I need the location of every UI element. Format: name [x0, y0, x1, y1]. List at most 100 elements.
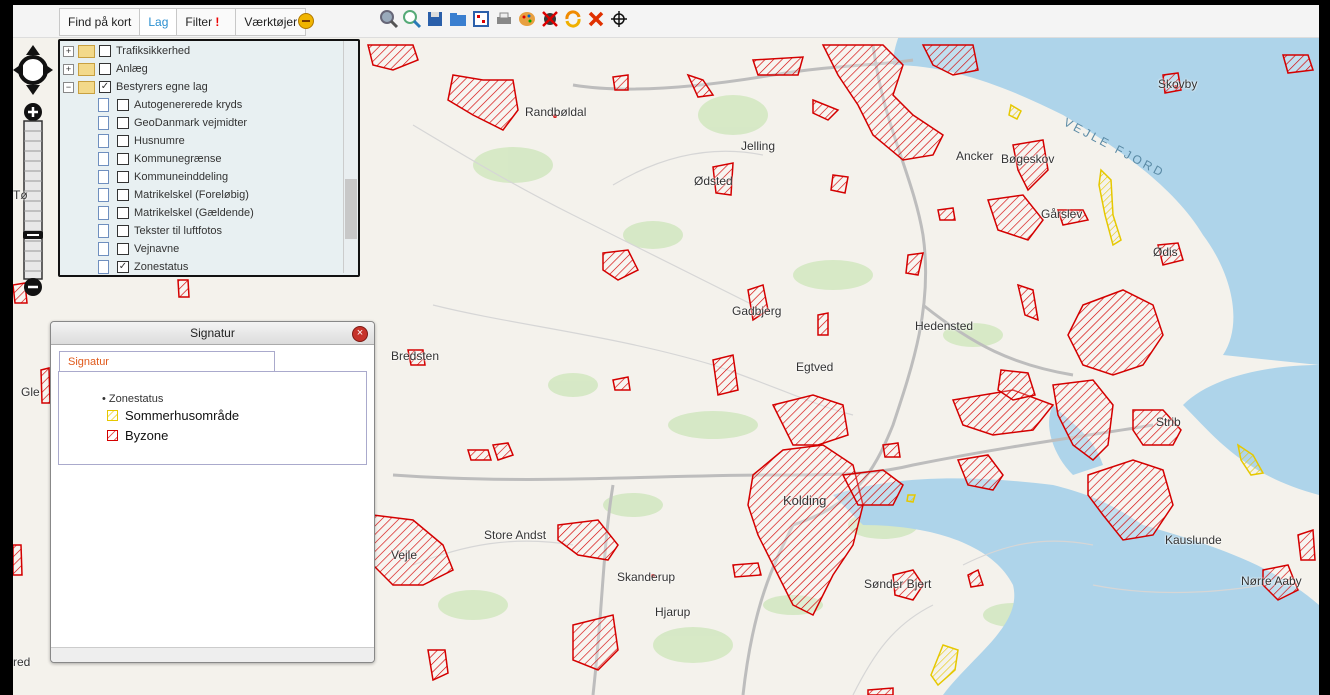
map-label: Ancker	[956, 149, 994, 163]
tab-signature[interactable]: Signatur	[59, 351, 275, 371]
legend-item-byzone: Byzone	[107, 428, 168, 443]
layer-item-row[interactable]: ✓ Zonestatus	[98, 258, 189, 275]
map-label: Gårslev	[1041, 207, 1083, 221]
map-label: Strib	[1156, 415, 1181, 429]
layer-group-row[interactable]: + Anlæg	[63, 60, 148, 78]
tab-layers[interactable]: Lag	[140, 9, 178, 35]
layer-checkbox[interactable]: ✓	[117, 261, 129, 273]
legend-item-sommerhus: Sommerhusområde	[107, 408, 239, 423]
tab-filter-label: Filter	[185, 15, 213, 29]
layer-group-label: Bestyrers egne lag	[116, 81, 208, 93]
layer-doc-icon	[98, 260, 109, 274]
map-label: Sønder Bjert	[864, 577, 932, 591]
layer-item-row[interactable]: Kommuneinddeling	[98, 168, 228, 186]
crosshair-icon[interactable]	[609, 9, 629, 29]
map-label: Skovby	[1158, 77, 1198, 91]
layer-tree-panel: + Trafiksikkerhed + Anlæg − ✓ Bestyrers …	[58, 39, 360, 277]
clear-icon[interactable]	[540, 9, 560, 29]
open-folder-icon[interactable]	[448, 9, 468, 29]
layer-panel-scrollbar[interactable]	[343, 41, 358, 273]
zoom-out-icon[interactable]	[24, 278, 42, 296]
filter-warning-badge: !	[215, 15, 220, 29]
layer-checkbox[interactable]	[117, 207, 129, 219]
map-label-partial: Tø	[13, 188, 28, 202]
map-tools	[379, 9, 629, 33]
layer-item-label: Husnumre	[134, 135, 185, 147]
pan-arrows-icon[interactable]	[13, 45, 53, 95]
printer-icon[interactable]	[494, 9, 514, 29]
layer-item-label: Kommunegrænse	[134, 153, 222, 165]
legend-label: Byzone	[125, 428, 169, 443]
legend-group-label: • Zonestatus	[102, 393, 164, 405]
refresh-icon[interactable]	[563, 9, 583, 29]
grid-icon[interactable]	[471, 9, 491, 29]
scrollbar-thumb[interactable]	[345, 179, 357, 239]
layer-checkbox[interactable]	[117, 99, 129, 111]
layer-checkbox[interactable]	[117, 189, 129, 201]
layer-checkbox[interactable]	[117, 243, 129, 255]
tab-find[interactable]: Find på kort	[60, 9, 141, 35]
layer-checkbox[interactable]	[117, 171, 129, 183]
dialog-resize-bar[interactable]	[51, 647, 374, 662]
layer-group-row[interactable]: + Trafiksikkerhed	[63, 42, 190, 60]
legend-label: Sommerhusområde	[125, 408, 240, 423]
dialog-title[interactable]: Signatur	[51, 322, 374, 345]
layer-item-row[interactable]: Vejnavne	[98, 240, 179, 258]
map-label-partial: red	[13, 655, 31, 669]
legend-group-text: Zonestatus	[108, 393, 164, 405]
map-label: Hjarup	[655, 605, 691, 619]
expand-icon[interactable]: +	[63, 63, 74, 75]
collapse-icon[interactable]	[298, 13, 314, 29]
layer-item-row[interactable]: GeoDanmark vejmidter	[98, 114, 247, 132]
layer-item-label: Autogenererede kryds	[134, 99, 243, 111]
layer-checkbox[interactable]	[117, 225, 129, 237]
tab-tools[interactable]: Værktøjer	[236, 9, 306, 35]
close-icon[interactable]: ×	[352, 326, 368, 342]
save-disk-icon[interactable]	[425, 9, 445, 29]
layer-doc-icon	[98, 134, 109, 148]
layer-checkbox[interactable]	[99, 45, 111, 57]
layer-group-label: Anlæg	[116, 63, 148, 75]
top-toolbar: Find på kort Lag Filter ! Værktøjer	[13, 5, 1319, 38]
layer-item-label: Tekster til luftfotos	[134, 225, 223, 237]
map-label: Kolding	[783, 493, 827, 508]
layer-doc-icon	[98, 116, 109, 130]
layer-group-label: Trafiksikkerhed	[116, 45, 191, 57]
zoom-in-icon[interactable]	[24, 103, 42, 121]
pan-zoom-control	[13, 45, 53, 296]
delete-x-icon[interactable]	[586, 9, 606, 29]
layer-checkbox[interactable]	[117, 153, 129, 165]
map-label: Egtved	[796, 360, 834, 374]
layer-item-row[interactable]: Kommunegrænse	[98, 150, 221, 168]
expand-icon[interactable]: +	[63, 45, 74, 57]
collapse-tree-icon[interactable]: −	[63, 81, 74, 93]
palette-icon[interactable]	[517, 9, 537, 29]
layer-item-label: Matrikelskel (Foreløbig)	[134, 189, 249, 201]
layer-item-row[interactable]: Matrikelskel (Foreløbig)	[98, 186, 249, 204]
tab-filter[interactable]: Filter !	[177, 9, 237, 35]
map-label: Store Andst	[484, 528, 547, 542]
zoom-magnifier-icon[interactable]	[402, 9, 422, 29]
map-navigation	[13, 45, 53, 300]
layer-item-label: Zonestatus	[134, 261, 189, 273]
zoom-in-magnifier-icon[interactable]	[379, 9, 399, 29]
layer-checkbox[interactable]	[99, 63, 111, 75]
main-tabs: Find på kort Lag Filter ! Værktøjer	[59, 8, 307, 36]
map-label: Gadbjerg	[732, 304, 782, 318]
layer-item-row[interactable]: Matrikelskel (Gældende)	[98, 204, 254, 222]
layer-item-label: GeoDanmark vejmidter	[134, 117, 248, 129]
layer-checkbox[interactable]: ✓	[99, 81, 111, 93]
layer-doc-icon	[98, 152, 109, 166]
layer-doc-icon	[98, 170, 109, 184]
layer-group-row[interactable]: − ✓ Bestyrers egne lag	[63, 78, 208, 96]
layer-checkbox[interactable]	[117, 135, 129, 147]
folder-icon	[78, 62, 95, 76]
layer-item-row[interactable]: Tekster til luftfotos	[98, 222, 222, 240]
layer-checkbox[interactable]	[117, 117, 129, 129]
map-label: Skanderup	[617, 570, 676, 584]
map-label: Bøgeskov	[1001, 152, 1055, 166]
layer-item-row[interactable]: Autogenererede kryds	[98, 96, 242, 114]
map-label: Vejle	[391, 548, 418, 562]
layer-item-row[interactable]: Husnumre	[98, 132, 185, 150]
map-application: Randbøldal Skovby Jelling Ødsted Ancker …	[13, 5, 1319, 695]
